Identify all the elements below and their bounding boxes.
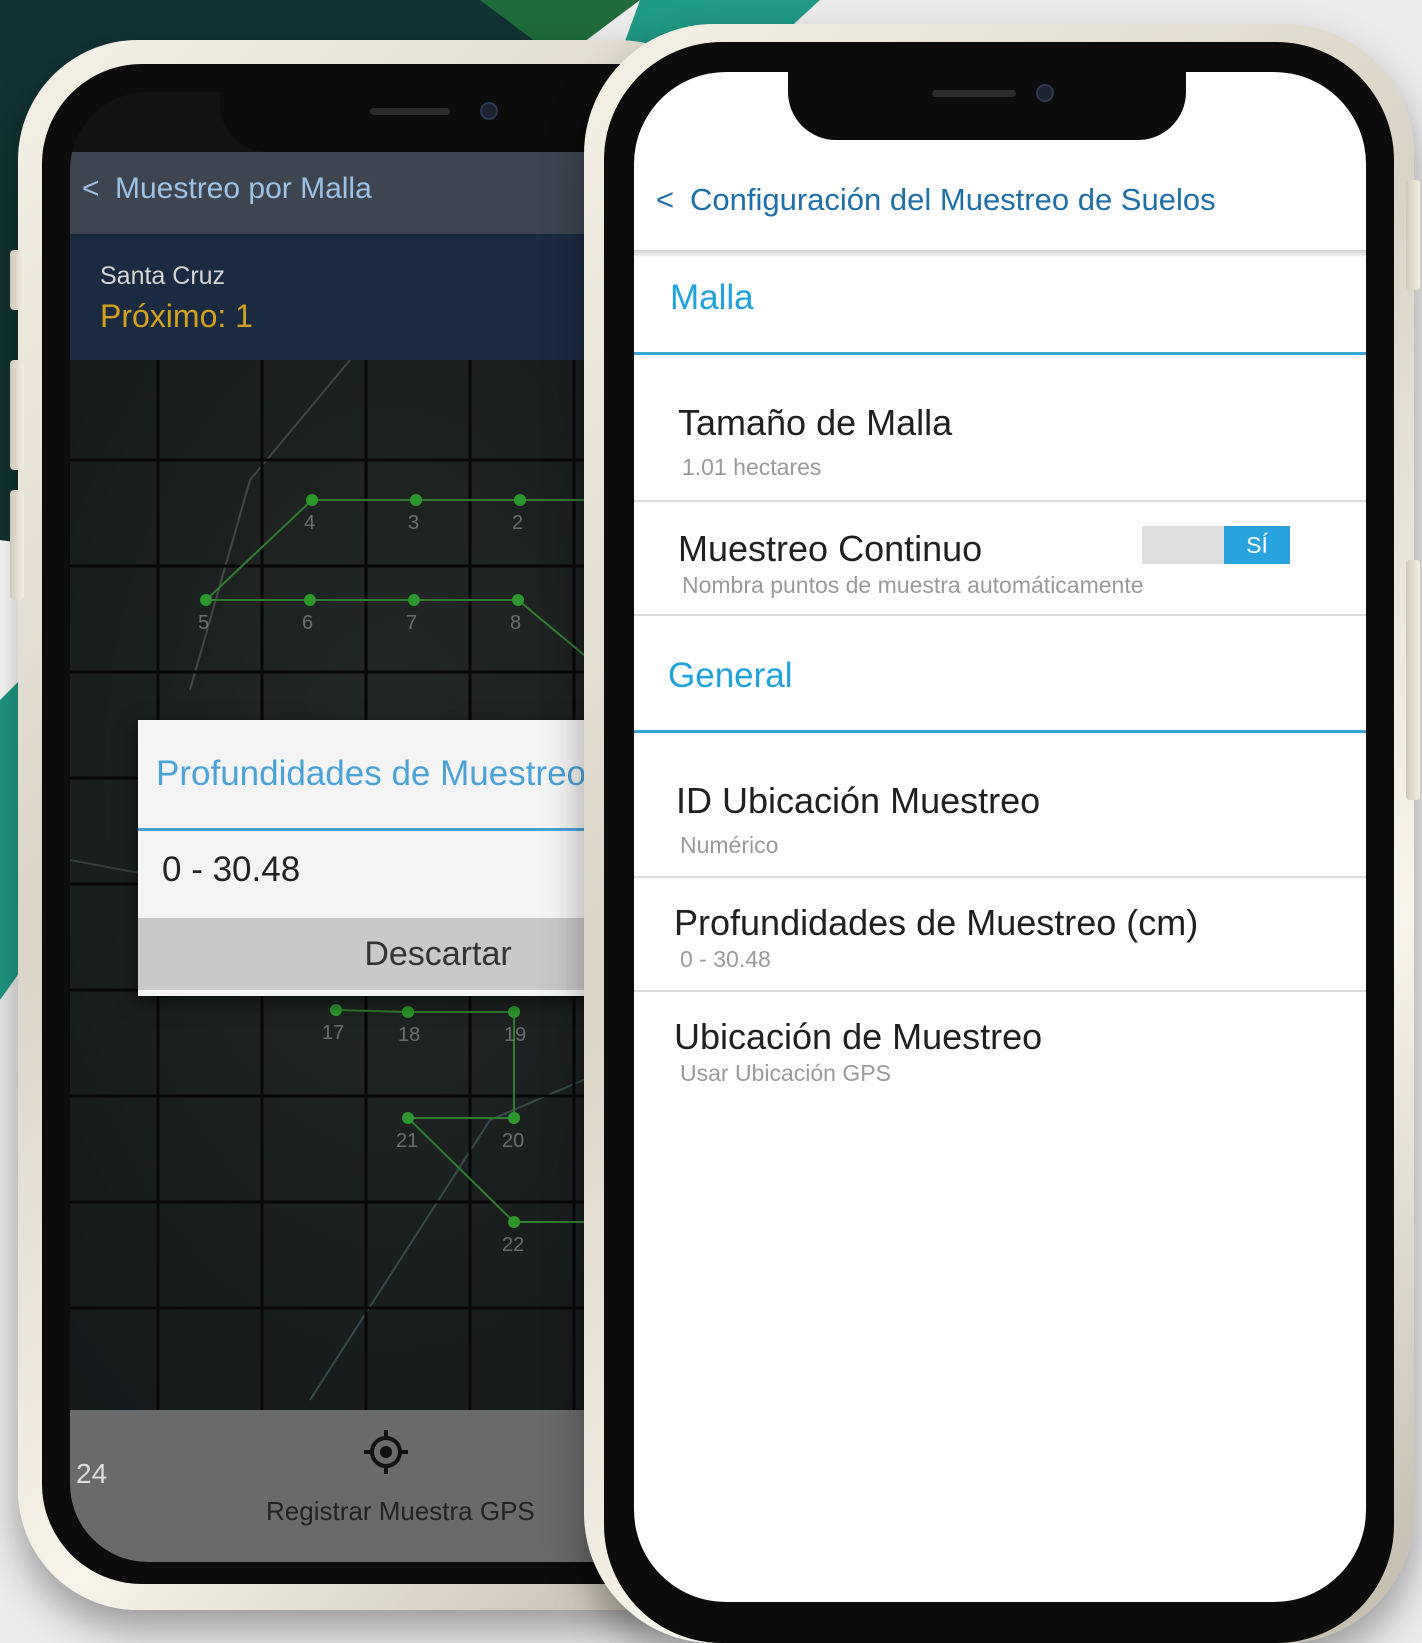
setting-subtitle: Nombra puntos de muestra automáticamente xyxy=(682,572,1144,598)
side-button xyxy=(1406,180,1420,290)
record-gps-button[interactable]: Registrar Muestra GPS xyxy=(266,1496,535,1527)
setting-title: Ubicación de Muestreo xyxy=(674,1016,1043,1057)
notch xyxy=(788,72,1186,140)
side-button xyxy=(1406,560,1420,800)
section-title-malla: Malla xyxy=(670,278,754,317)
section-title-general: General xyxy=(668,656,793,695)
side-button xyxy=(10,250,24,310)
section-divider xyxy=(634,352,1366,355)
gps-target-icon[interactable] xyxy=(362,1428,410,1476)
notch xyxy=(220,92,630,152)
back-chevron-icon[interactable]: < xyxy=(656,182,674,218)
front-camera xyxy=(480,102,498,120)
dialog-title: Profundidades de Muestreo xyxy=(156,754,586,793)
toggle-on-label: SÍ xyxy=(1224,526,1290,564)
setting-title: Tamaño de Malla xyxy=(678,402,953,443)
setting-title: ID Ubicación Muestreo xyxy=(676,780,1041,821)
section-divider xyxy=(634,730,1366,733)
setting-title: Muestreo Continuo xyxy=(678,528,983,569)
header-shadow xyxy=(634,250,1366,258)
setting-subtitle: 1.01 hectares xyxy=(682,454,822,480)
setting-title: Profundidades de Muestreo (cm) xyxy=(674,902,1199,943)
setting-subtitle: Numérico xyxy=(680,832,779,858)
front-phone-screen: < Configuración del Muestreo de Suelos M… xyxy=(634,72,1366,1602)
location-name: Santa Cruz xyxy=(100,262,226,290)
side-button xyxy=(10,490,24,600)
back-chevron-icon[interactable]: < xyxy=(82,172,100,206)
sample-count: 24 xyxy=(76,1458,108,1489)
setting-subtitle: 0 - 30.48 xyxy=(680,946,771,972)
depth-option[interactable]: 0 - 30.48 xyxy=(162,850,300,890)
item-divider xyxy=(634,614,1366,616)
front-camera xyxy=(1036,84,1054,102)
next-point-label: Próximo: 1 xyxy=(100,298,253,334)
speaker xyxy=(370,108,450,115)
screen-title: Configuración del Muestreo de Suelos xyxy=(690,182,1216,217)
setting-subtitle: Usar Ubicación GPS xyxy=(680,1060,891,1086)
speaker xyxy=(932,90,1016,97)
side-button xyxy=(10,360,24,470)
screen-title: Muestreo por Malla xyxy=(115,172,372,205)
